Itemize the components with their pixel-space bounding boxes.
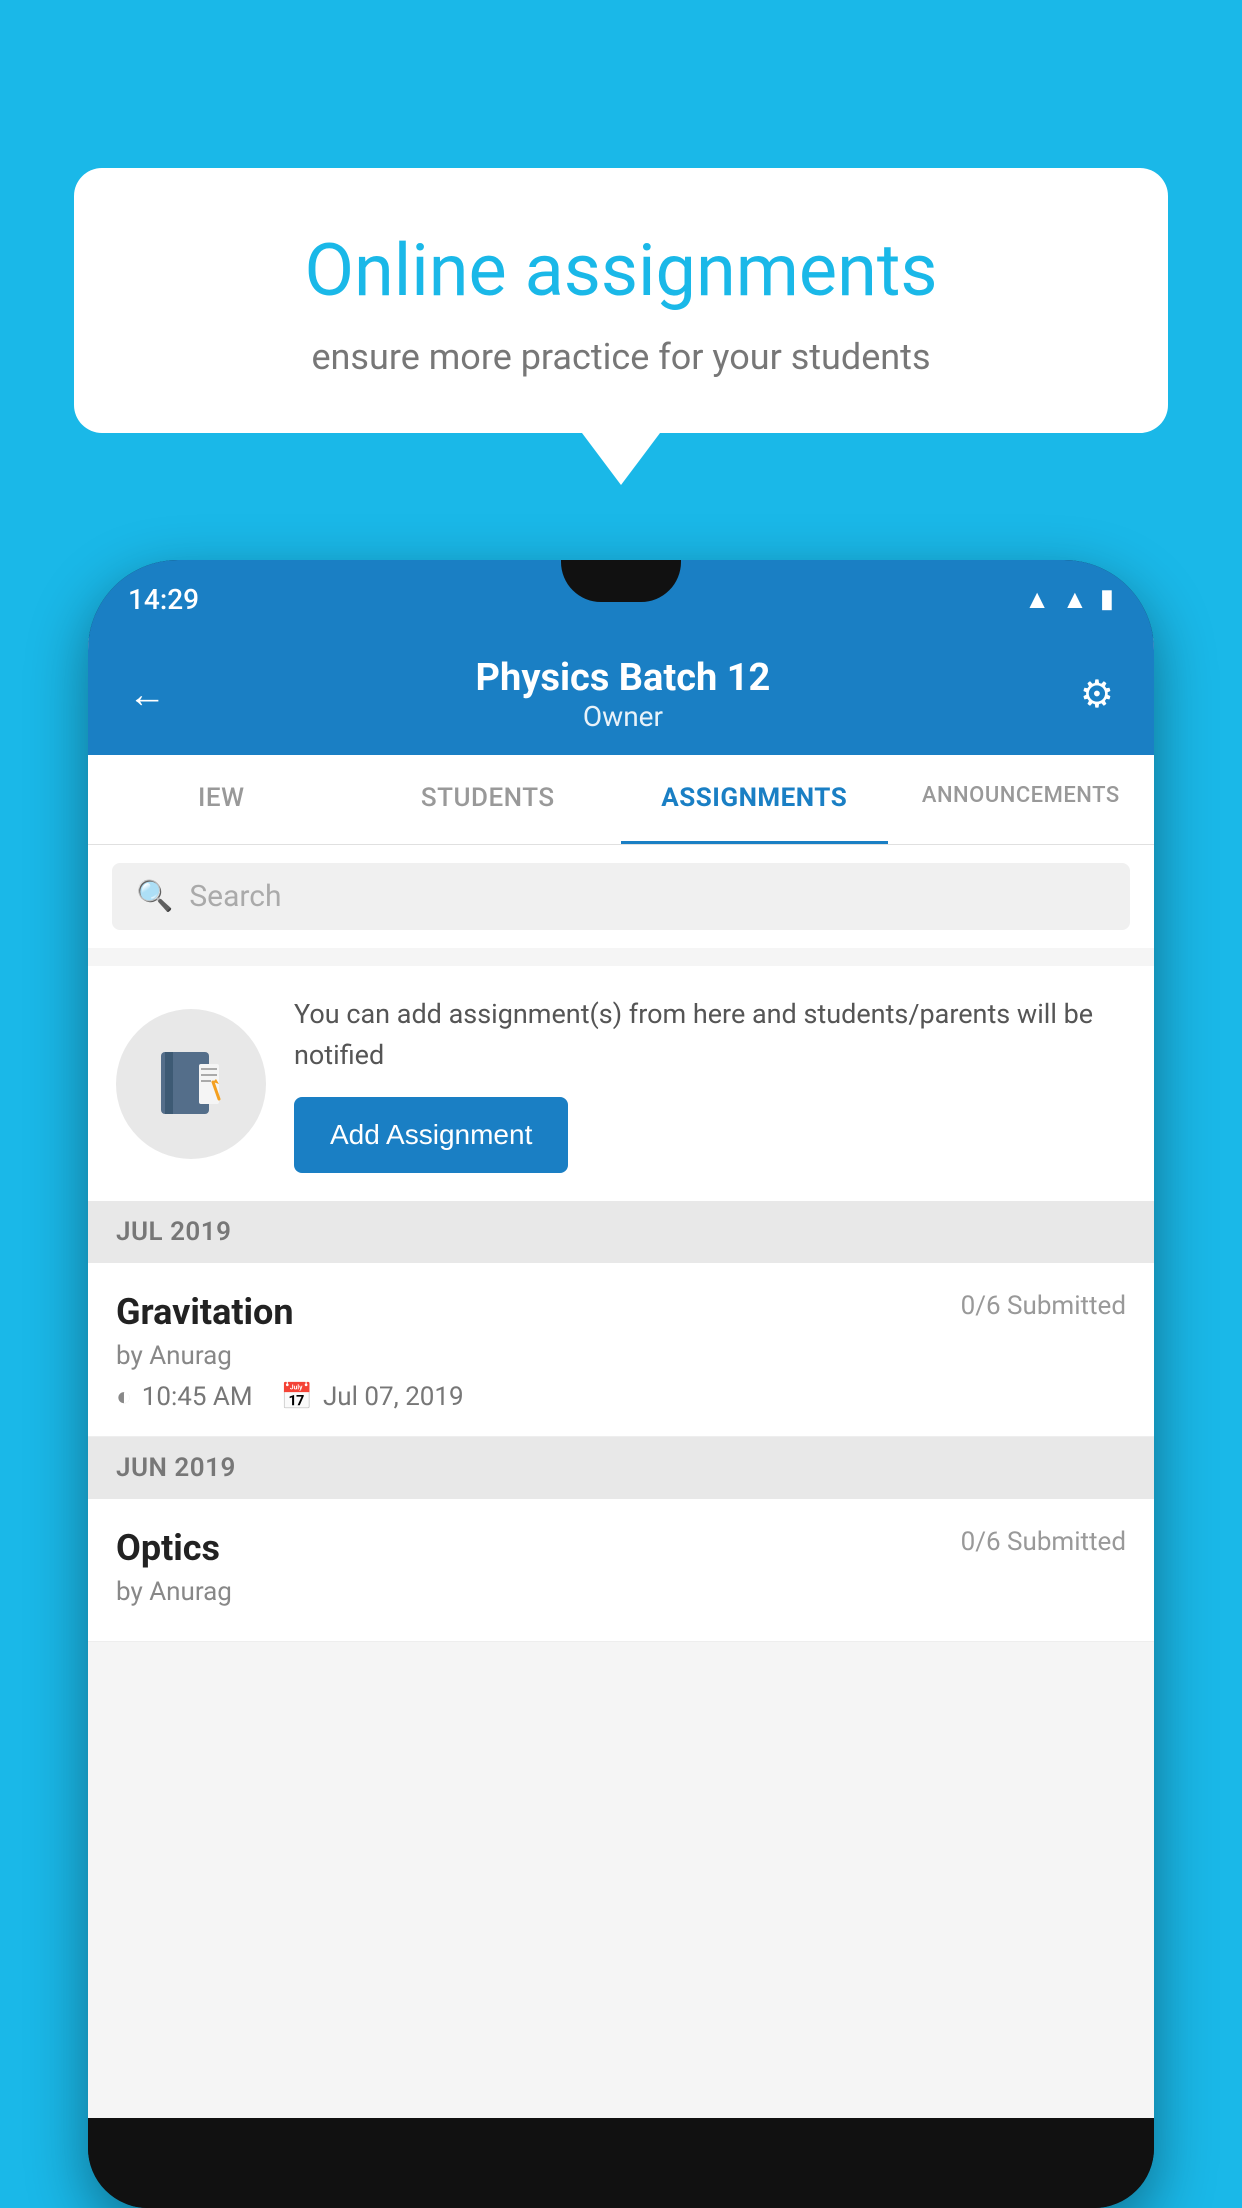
tab-students[interactable]: STUDENTS [355,755,622,844]
settings-icon[interactable]: ⚙ [1080,672,1114,717]
search-icon: 🔍 [136,879,173,914]
assignment-by-optics: by Anurag [116,1577,1126,1607]
signal-icon: ▲ [1062,584,1088,615]
back-button[interactable]: ← [128,673,166,717]
assignment-name-optics: Optics [116,1527,220,1569]
wifi-icon: ▲ [1024,584,1050,615]
assignment-submitted-optics: 0/6 Submitted [961,1527,1126,1557]
phone-bottom [88,2118,1154,2208]
status-bar: 14:29 ▲ ▲ ▮ [88,560,1154,638]
app-header: ← Physics Batch 12 Owner ⚙ [88,638,1154,755]
month-separator-jul: JUL 2019 [88,1201,1154,1263]
add-assignment-button[interactable]: Add Assignment [294,1097,568,1173]
assignment-date-value: Jul 07, 2019 [323,1382,464,1412]
assignment-date: 📅 Jul 07, 2019 [281,1382,464,1412]
battery-icon: ▮ [1100,584,1114,614]
phone-content: 🔍 Search [88,845,1154,2118]
speech-bubble: Online assignments ensure more practice … [74,168,1168,433]
assignment-time: ◐ 10:45 AM [116,1381,253,1412]
header-center: Physics Batch 12 Owner [476,656,771,733]
calendar-icon: 📅 [281,1382,313,1412]
header-subtitle: Owner [476,700,771,733]
bubble-title: Online assignments [134,228,1108,314]
info-card: You can add assignment(s) from here and … [88,966,1154,1201]
notebook-icon-wrap [116,1009,266,1159]
assignment-time-value: 10:45 AM [142,1382,253,1412]
notch-cutout [561,560,681,602]
assignment-name: Gravitation [116,1291,294,1333]
clock-icon: ◐ [116,1381,132,1412]
assignment-meta: ◐ 10:45 AM 📅 Jul 07, 2019 [116,1381,1126,1412]
info-description: You can add assignment(s) from here and … [294,994,1126,1075]
status-icons: ▲ ▲ ▮ [1024,584,1114,615]
assignment-by: by Anurag [116,1341,1126,1371]
phone-frame: 14:29 ▲ ▲ ▮ ← Physics Batch 12 Owner ⚙ I… [88,560,1154,2208]
month-separator-jun: JUN 2019 [88,1437,1154,1499]
info-right: You can add assignment(s) from here and … [294,994,1126,1173]
notebook-icon [151,1044,231,1124]
tab-announcements[interactable]: ANNOUNCEMENTS [888,755,1155,844]
assignment-submitted: 0/6 Submitted [961,1291,1126,1321]
status-time: 14:29 [128,583,199,616]
tab-assignments[interactable]: ASSIGNMENTS [621,755,888,844]
search-bar[interactable]: 🔍 Search [112,863,1130,930]
search-bar-wrap: 🔍 Search [88,845,1154,948]
assignment-item-gravitation[interactable]: Gravitation 0/6 Submitted by Anurag ◐ 10… [88,1263,1154,1437]
bubble-subtitle: ensure more practice for your students [134,336,1108,378]
assignment-item-optics[interactable]: Optics 0/6 Submitted by Anurag [88,1499,1154,1642]
header-title: Physics Batch 12 [476,656,771,700]
search-placeholder: Search [189,879,281,914]
assignment-row-top-optics: Optics 0/6 Submitted [116,1527,1126,1569]
tab-iew[interactable]: IEW [88,755,355,844]
assignment-row-top: Gravitation 0/6 Submitted [116,1291,1126,1333]
tabs-bar: IEW STUDENTS ASSIGNMENTS ANNOUNCEMENTS [88,755,1154,845]
